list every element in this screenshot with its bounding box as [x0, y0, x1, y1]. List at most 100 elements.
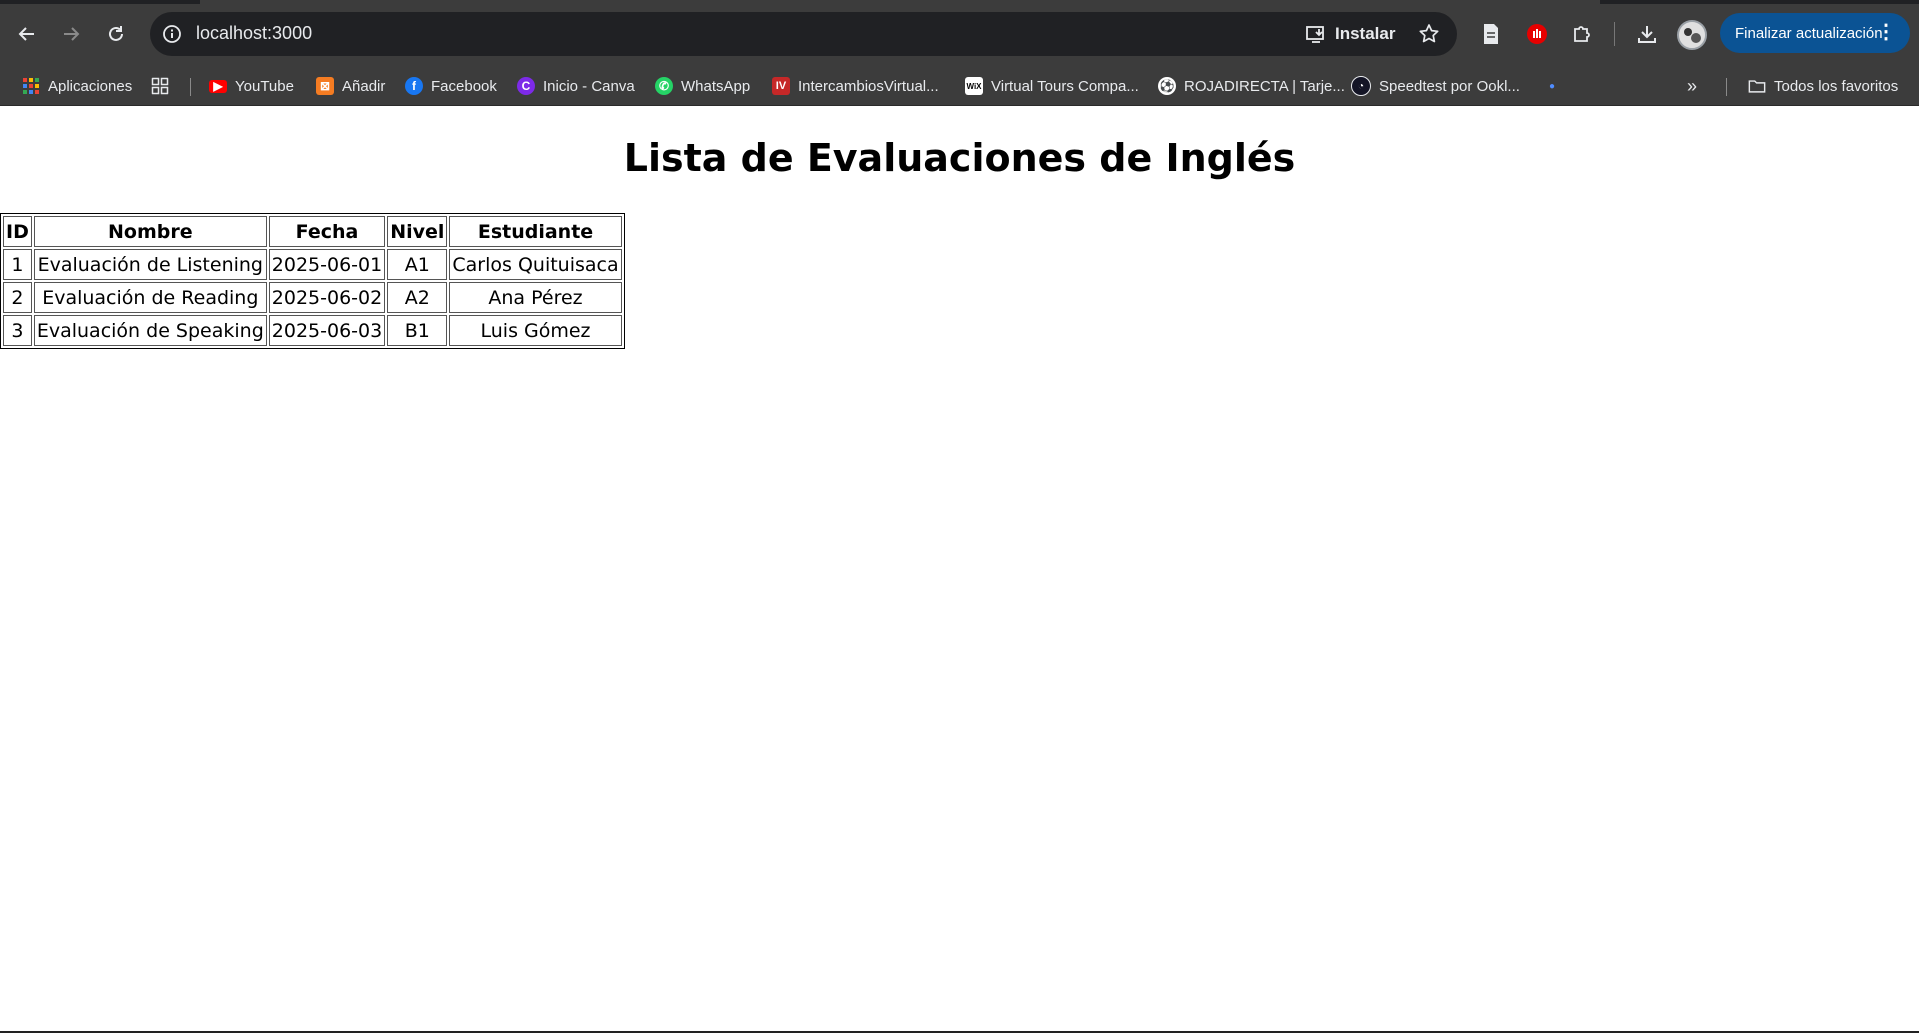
- bookmark-label: WhatsApp: [681, 77, 751, 95]
- ball-icon: ⚽: [1158, 77, 1176, 95]
- puzzle-icon: [1574, 26, 1590, 42]
- bookmark-label: IntercambiosVirtual...: [798, 77, 939, 95]
- active-tab[interactable]: [200, 0, 1600, 4]
- bookmark-intercambiosvirtual[interactable]: IV IntercambiosVirtual...: [772, 75, 939, 97]
- cell-fecha: 2025-06-01: [268, 249, 386, 280]
- page-title: Lista de Evaluaciones de Inglés: [623, 136, 1296, 180]
- avatar-icon: [1679, 22, 1705, 48]
- cell-id: 1: [3, 249, 32, 280]
- bookmark-speedtest[interactable]: ◔ Speedtest por Ookl...: [1351, 75, 1520, 97]
- site-info-button[interactable]: [160, 22, 184, 46]
- table-row: 1 Evaluación de Listening 2025-06-01 A1 …: [3, 249, 622, 280]
- extensions-button[interactable]: [1565, 17, 1599, 51]
- cell-estudiante: Carlos Quituisaca: [449, 249, 622, 280]
- bookmark-separator: [1726, 78, 1727, 96]
- bookmark-label: YouTube: [235, 77, 294, 95]
- document-icon: [1484, 24, 1498, 44]
- bookmark-youtube[interactable]: ▶ YouTube: [209, 75, 294, 97]
- finish-update-button[interactable]: Finalizar actualización ⋮: [1720, 13, 1910, 53]
- bookmark-anadir[interactable]: ⊠ Añadir: [316, 75, 385, 97]
- speedtest-icon: ◔: [1351, 76, 1371, 96]
- bookmark-star-button[interactable]: [1415, 20, 1443, 48]
- info-icon: [163, 25, 181, 43]
- iv-icon: IV: [772, 77, 790, 95]
- downloads-button[interactable]: [1630, 17, 1664, 51]
- bookmark-label: Virtual Tours Compa...: [991, 77, 1139, 95]
- install-icon: [1306, 26, 1324, 43]
- tab-groups-icon: [151, 77, 169, 95]
- tab-groups-button[interactable]: [151, 75, 169, 97]
- reading-list-button[interactable]: [1474, 17, 1508, 51]
- bookmark-label: Inicio - Canva: [543, 77, 635, 95]
- update-label: Finalizar actualización: [1735, 24, 1883, 42]
- cell-nivel: A2: [387, 282, 448, 313]
- more-menu-icon[interactable]: ⋮: [1876, 22, 1896, 42]
- arrow-left-icon: [18, 27, 34, 41]
- browser-toolbar: localhost:3000 Instalar Finalizar actual…: [0, 0, 1919, 66]
- cell-nombre: Evaluación de Speaking: [33, 315, 267, 346]
- cell-fecha: 2025-06-03: [268, 315, 386, 346]
- star-icon: [1419, 24, 1439, 43]
- bookmark-unnamed[interactable]: ●: [1543, 75, 1561, 97]
- table-row: 3 Evaluación de Speaking 2025-06-03 B1 L…: [3, 315, 622, 346]
- bookmark-apps[interactable]: Aplicaciones: [22, 75, 132, 97]
- column-header-id: ID: [3, 216, 32, 247]
- tab-strip: [0, 0, 1919, 4]
- bookmark-label: Añadir: [342, 77, 386, 95]
- hand-stop-icon: [1527, 24, 1547, 44]
- bookmark-rojadirecta[interactable]: ⚽ ROJADIRECTA | Tarje...: [1158, 75, 1345, 97]
- bookmark-separator: [190, 78, 191, 96]
- bookmark-label: Speedtest por Ookl...: [1379, 77, 1520, 95]
- chevron-double-right-icon: »: [1687, 75, 1698, 96]
- cell-id: 3: [3, 315, 32, 346]
- bookmarks-bar: Aplicaciones ▶ YouTube ⊠ Añadir f Facebo…: [0, 66, 1919, 106]
- evaluations-table: ID Nombre Fecha Nivel Estudiante 1 Evalu…: [0, 213, 625, 349]
- cell-estudiante: Ana Pérez: [449, 282, 622, 313]
- cell-id: 2: [3, 282, 32, 313]
- bookmark-facebook[interactable]: f Facebook: [405, 75, 497, 97]
- cell-nombre: Evaluación de Listening: [33, 249, 267, 280]
- favicon-icon: ●: [1548, 80, 1556, 92]
- url-text[interactable]: localhost:3000: [196, 23, 312, 44]
- cell-nivel: B1: [387, 315, 448, 346]
- column-header-estudiante: Estudiante: [449, 216, 622, 247]
- more-bookmarks-button[interactable]: »: [1687, 75, 1697, 97]
- cell-estudiante: Luis Gómez: [449, 315, 622, 346]
- toolbar-separator: [1614, 22, 1615, 46]
- bookmark-label: Todos los favoritos: [1774, 77, 1899, 95]
- bookmark-label: ROJADIRECTA | Tarje...: [1184, 77, 1345, 95]
- extension-adblock-button[interactable]: [1520, 17, 1554, 51]
- forward-button[interactable]: [53, 16, 89, 52]
- table-header-row: ID Nombre Fecha Nivel Estudiante: [3, 216, 622, 247]
- table-row: 2 Evaluación de Reading 2025-06-02 A2 An…: [3, 282, 622, 313]
- profile-avatar[interactable]: [1677, 20, 1707, 50]
- install-label: Instalar: [1335, 24, 1396, 43]
- column-header-nombre: Nombre: [33, 216, 267, 247]
- youtube-icon: ▶: [209, 79, 227, 93]
- column-header-fecha: Fecha: [268, 216, 386, 247]
- cell-fecha: 2025-06-02: [268, 282, 386, 313]
- bookmark-canva[interactable]: C Inicio - Canva: [517, 75, 635, 97]
- column-header-nivel: Nivel: [387, 216, 448, 247]
- reload-icon: [109, 26, 123, 41]
- install-app-button[interactable]: Instalar: [1305, 21, 1395, 47]
- download-icon: [1638, 26, 1656, 43]
- cell-nombre: Evaluación de Reading: [33, 282, 267, 313]
- cell-nivel: A1: [387, 249, 448, 280]
- xampp-icon: ⊠: [316, 77, 334, 95]
- folder-icon: [1748, 80, 1766, 93]
- all-bookmarks-folder[interactable]: Todos los favoritos: [1748, 75, 1898, 97]
- bookmark-whatsapp[interactable]: ✆ WhatsApp: [655, 75, 750, 97]
- arrow-right-icon: [64, 27, 80, 41]
- bookmark-virtual-tours[interactable]: WiX Virtual Tours Compa...: [965, 75, 1139, 97]
- page-content: Lista de Evaluaciones de Inglés ID Nombr…: [0, 106, 1919, 1033]
- whatsapp-icon: ✆: [655, 77, 673, 95]
- facebook-icon: f: [405, 77, 423, 95]
- wix-icon: WiX: [965, 77, 983, 95]
- back-button[interactable]: [9, 16, 45, 52]
- canva-icon: C: [517, 77, 535, 95]
- bookmark-label: Aplicaciones: [48, 77, 133, 95]
- address-bar[interactable]: localhost:3000 Instalar: [150, 12, 1457, 56]
- reload-button[interactable]: [98, 16, 134, 52]
- bookmark-label: Facebook: [431, 77, 497, 95]
